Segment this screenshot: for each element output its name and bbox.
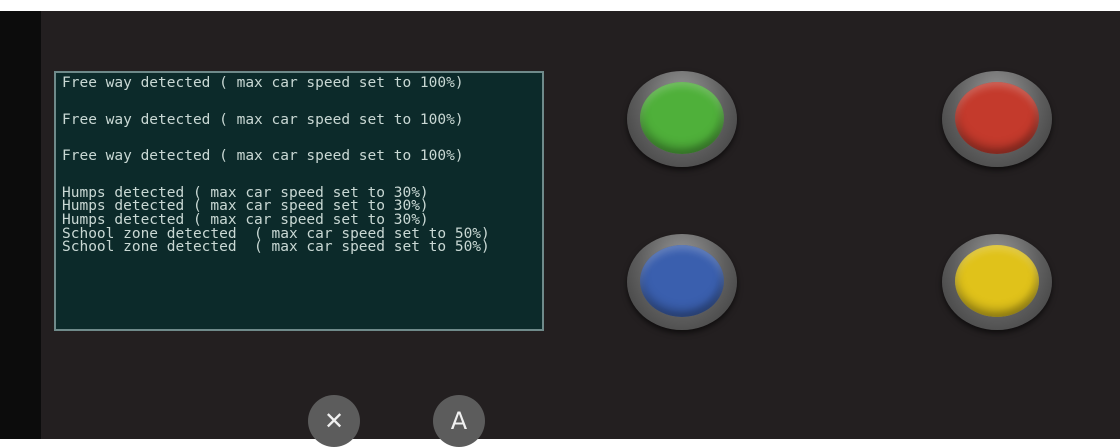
red-button-face [955, 82, 1039, 154]
log-line: Free way detected ( max car speed set to… [62, 148, 464, 165]
log-line: Free way detected ( max car speed set to… [62, 75, 464, 91]
a-button[interactable]: A [433, 395, 485, 447]
green-button-face [640, 82, 724, 154]
a-button-label: A [450, 407, 468, 435]
detection-log-panel: Free way detected ( max car speed set to… [54, 71, 544, 331]
left-edge-bar [0, 11, 41, 439]
log-line: School zone detected ( max car speed set… [62, 239, 490, 256]
yellow-button-face [955, 245, 1039, 317]
app-screen: Free way detected ( max car speed set to… [0, 11, 1120, 447]
blue-button[interactable] [627, 234, 737, 330]
yellow-button[interactable] [942, 234, 1052, 330]
blue-button-face [640, 245, 724, 317]
x-button[interactable]: ✕ [308, 395, 360, 447]
red-button[interactable] [942, 71, 1052, 167]
log-line: Free way detected ( max car speed set to… [62, 111, 464, 128]
close-icon: ✕ [323, 407, 345, 435]
green-button[interactable] [627, 71, 737, 167]
